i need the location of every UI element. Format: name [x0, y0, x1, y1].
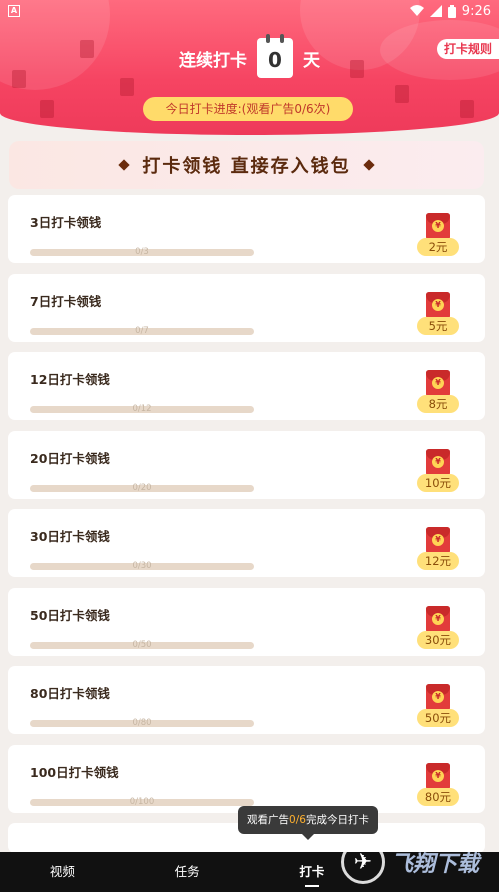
progress-bar: 0/50 [30, 639, 254, 650]
reward-badge[interactable]: ¥5元 [415, 291, 461, 338]
red-packet-icon: ¥ [426, 762, 450, 791]
progress-bar: 0/3 [30, 247, 254, 257]
calendar-icon: 0 [257, 34, 293, 78]
reward-badge[interactable]: ¥10元 [415, 448, 461, 495]
red-packet-icon: ¥ [426, 370, 450, 398]
progress-bar: 0/20 [30, 482, 254, 493]
banner-title: 打卡领钱 直接存入钱包 [142, 156, 351, 177]
reward-card[interactable]: 100日打卡领钱 0/100 ¥80元 [8, 744, 485, 813]
toast-count: 0/6 [289, 814, 306, 826]
banner: 打卡领钱 直接存入钱包 [9, 141, 484, 189]
progress-text: 0/3 [135, 247, 149, 257]
streak-counter: 连续打卡 0 天 [0, 34, 499, 78]
nav-tasks[interactable]: 任务 [125, 852, 250, 892]
daily-progress-pill: 今日打卡进度:(观看广告0/6次) [143, 97, 353, 121]
watermark-text: 飞翔下载 [391, 852, 480, 877]
reward-card[interactable]: 20日打卡领钱 0/20 ¥10元 [8, 430, 485, 499]
reward-badge[interactable]: ¥80元 [415, 762, 461, 809]
nav-video[interactable]: 视频 [0, 852, 125, 892]
yuan-coin-icon: ¥ [432, 534, 444, 546]
red-packet-icon: ¥ [426, 605, 450, 634]
progress-bar: 0/30 [30, 561, 254, 571]
card-title: 3日打卡领钱 [30, 215, 102, 230]
streak-suffix: 天 [303, 50, 320, 71]
card-title: 12日打卡领钱 [30, 372, 110, 387]
envelope-icon [395, 85, 409, 103]
diamond-icon [362, 159, 375, 171]
progress-text: 0/7 [135, 325, 149, 336]
card-title: 20日打卡领钱 [30, 450, 110, 466]
reward-card[interactable]: 7日打卡领钱 0/7 ¥5元 [8, 273, 485, 342]
progress-text: 0/30 [132, 561, 152, 571]
wifi-icon [409, 5, 424, 16]
reward-badge[interactable]: ¥8元 [415, 370, 461, 416]
yuan-coin-icon: ¥ [432, 612, 444, 625]
yuan-coin-icon: ¥ [432, 769, 444, 782]
status-time: 9:26 [461, 3, 491, 19]
watermark: ✈ 飞翔下载 [331, 832, 499, 892]
reward-card-list: 3日打卡领钱 0/3 ¥2元 7日打卡领钱 0/7 ¥5元 12日打卡领钱 0/… [8, 195, 485, 864]
battery-icon [447, 4, 456, 18]
progress-text: 0/80 [132, 718, 152, 728]
reward-card[interactable]: 80日打卡领钱 0/80 ¥50元 [8, 666, 485, 734]
envelope-icon [40, 100, 54, 118]
reward-card[interactable]: 3日打卡领钱 0/3 ¥2元 [8, 195, 485, 263]
signal-icon [429, 5, 442, 17]
yuan-coin-icon: ¥ [432, 377, 444, 389]
progress-text: 0/100 [129, 796, 155, 807]
red-packet-icon: ¥ [426, 291, 450, 320]
red-packet-icon: ¥ [426, 684, 450, 712]
progress-text: 0/20 [132, 482, 152, 493]
reward-amount: 8元 [417, 395, 459, 413]
toast-message: 观看广告0/6完成今日打卡 [238, 806, 378, 840]
progress-text: 0/50 [132, 639, 152, 650]
reward-card[interactable]: 50日打卡领钱 0/50 ¥30元 [8, 587, 485, 656]
watermark-logo-icon: ✈ [341, 840, 385, 884]
yuan-coin-icon: ¥ [432, 455, 444, 468]
streak-prefix: 连续打卡 [179, 50, 247, 71]
reward-amount: 10元 [417, 473, 459, 492]
envelope-icon [120, 78, 134, 96]
red-packet-icon: ¥ [426, 448, 450, 477]
envelope-icon [460, 100, 474, 118]
toast-prefix: 观看广告 [247, 814, 290, 826]
red-packet-icon: ¥ [426, 527, 450, 555]
reward-badge[interactable]: ¥2元 [415, 213, 461, 259]
progress-bar: 0/100 [30, 796, 254, 807]
progress-bar: 0/7 [30, 325, 254, 336]
yuan-coin-icon: ¥ [432, 691, 444, 703]
card-title: 30日打卡领钱 [30, 529, 110, 544]
yuan-coin-icon: ¥ [432, 220, 444, 232]
card-title: 7日打卡领钱 [30, 293, 102, 309]
card-title: 50日打卡领钱 [30, 607, 110, 623]
reward-amount: 80元 [417, 787, 459, 806]
reward-badge[interactable]: ¥30元 [415, 605, 461, 652]
status-bar: A 9:26 [0, 0, 499, 22]
streak-days: 0 [268, 48, 282, 72]
diamond-icon [118, 159, 131, 171]
reward-amount: 30元 [417, 630, 459, 649]
reward-card[interactable]: 30日打卡领钱 0/30 ¥12元 [8, 509, 485, 577]
reward-amount: 12元 [417, 552, 459, 570]
progress-text: 0/12 [132, 404, 152, 414]
progress-bar: 0/80 [30, 718, 254, 728]
card-title: 100日打卡领钱 [30, 764, 119, 780]
red-packet-icon: ¥ [426, 213, 450, 241]
reward-badge[interactable]: ¥12元 [415, 527, 461, 573]
reward-amount: 2元 [417, 238, 459, 256]
toast-suffix: 完成今日打卡 [305, 814, 369, 826]
notification-icon: A [8, 5, 20, 17]
progress-bar: 0/12 [30, 404, 254, 414]
card-title: 80日打卡领钱 [30, 686, 110, 701]
reward-badge[interactable]: ¥50元 [415, 684, 461, 730]
reward-amount: 5元 [417, 316, 459, 335]
reward-card[interactable]: 12日打卡领钱 0/12 ¥8元 [8, 352, 485, 420]
reward-amount: 50元 [417, 709, 459, 727]
yuan-coin-icon: ¥ [432, 298, 444, 311]
